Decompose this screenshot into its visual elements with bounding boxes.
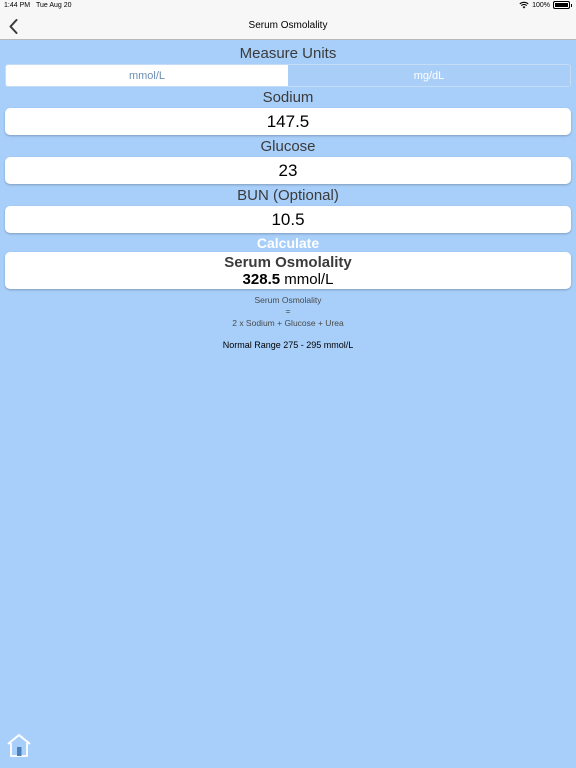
status-right: 100% [519,1,572,9]
result-line: 328.5 mmol/L [5,271,571,288]
unit-option-mmol[interactable]: mmol/L [6,65,288,86]
status-time: 1:44 PM [4,2,31,9]
bun-label: BUN (Optional) [237,187,339,204]
glucose-input[interactable]: 23 [5,157,571,184]
battery-percent: 100% [532,1,550,9]
battery-icon [553,1,572,9]
home-icon [7,734,31,757]
status-bar: 1:44 PM Tue Aug 20 100% [0,0,576,12]
measure-units-label: Measure Units [239,45,337,62]
result-unit: mmol/L [284,271,334,288]
status-date: Tue Aug 20 [36,2,72,9]
formula-line-3: 2 x Sodium + Glucose + Urea [232,318,344,328]
sodium-input[interactable]: 147.5 [5,108,571,135]
formula-line-1: Serum Osmolality [254,295,322,305]
formula-line-2: = [285,306,291,316]
unit-option-mgdl[interactable]: mg/dL [288,65,570,86]
result-box: Serum Osmolality 328.5 mmol/L [5,252,571,289]
bun-input[interactable]: 10.5 [5,206,571,233]
wifi-icon [519,1,529,9]
result-value: 328.5 [242,271,281,288]
page-title: Serum Osmolality [248,20,328,31]
result-title: Serum Osmolality [224,254,352,271]
sodium-label: Sodium [262,89,314,106]
nav-bar: Serum Osmolality [0,12,576,40]
units-segmented-control[interactable]: mmol/L mg/dL [5,64,571,87]
home-button[interactable] [6,732,32,758]
normal-range-text: Normal Range 275 - 295 mmol/L [222,340,354,350]
calculate-button[interactable]: Calculate [0,235,576,251]
glucose-label: Glucose [260,138,316,155]
